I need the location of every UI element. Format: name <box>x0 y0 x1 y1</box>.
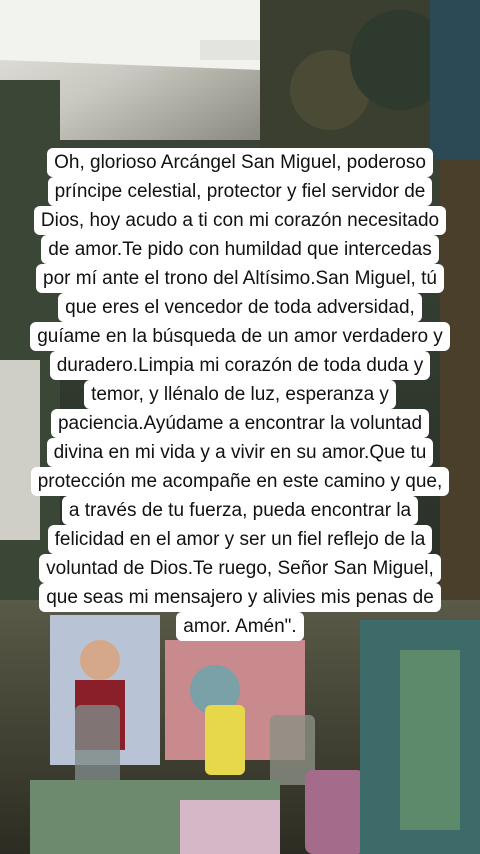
caption-line: guíame en la búsqueda de un amor verdade… <box>30 322 450 351</box>
caption-line: de amor.Te pido con humildad que interce… <box>41 235 439 264</box>
caption-line: que eres el vencedor de toda adversidad, <box>58 293 422 322</box>
caption-line: a través de tu fuerza, pueda encontrar l… <box>61 496 419 525</box>
caption-line: protección me acompañe en este camino y … <box>30 467 450 496</box>
caption-line: amor. Amén". <box>176 612 304 641</box>
caption-line: duradero.Limpia mi corazón de toda duda … <box>49 351 431 380</box>
caption-line: Dios, hoy acudo a ti con mi corazón nece… <box>33 206 447 235</box>
caption-line: por mí ante el trono del Altísimo.San Mi… <box>36 264 444 293</box>
video-frame: Oh, glorioso Arcángel San Miguel, podero… <box>0 0 480 854</box>
caption-line: que seas mi mensajero y alivies mis pena… <box>39 583 441 612</box>
caption-line: paciencia.Ayúdame a encontrar la volunta… <box>50 409 430 438</box>
caption-line: temor, y llénalo de luz, esperanza y <box>84 380 396 409</box>
caption-line: Oh, glorioso Arcángel San Miguel, podero… <box>47 148 433 177</box>
caption-line: príncipe celestial, protector y fiel ser… <box>47 177 433 206</box>
caption-line: voluntad de Dios.Te ruego, Señor San Mig… <box>39 554 441 583</box>
caption-line: divina en mi vida y a vivir en su amor.Q… <box>46 438 434 467</box>
prayer-caption: Oh, glorioso Arcángel San Miguel, podero… <box>0 148 480 641</box>
caption-line: felicidad en el amor y ser un fiel refle… <box>47 525 433 554</box>
